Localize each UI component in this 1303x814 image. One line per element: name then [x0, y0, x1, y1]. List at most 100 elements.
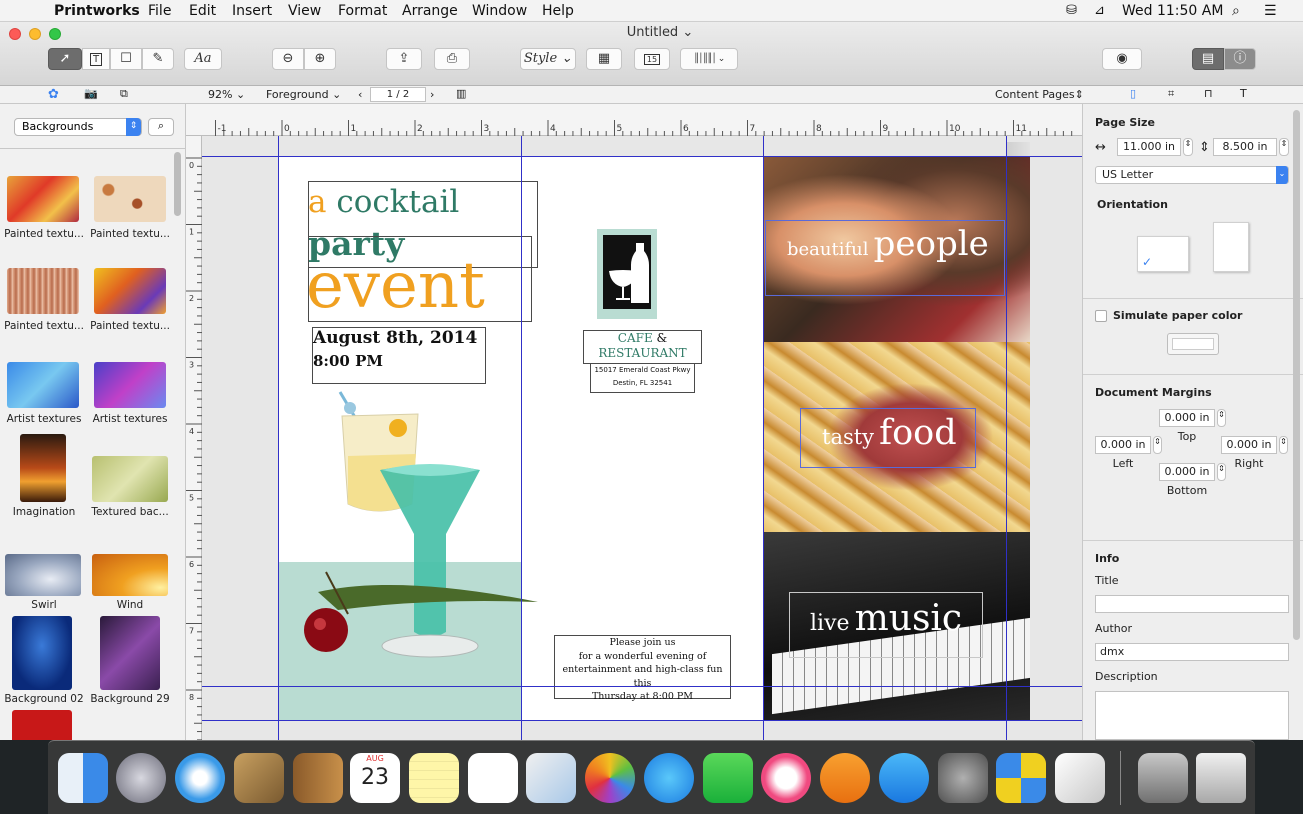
next-page-icon[interactable]: ›: [430, 88, 434, 101]
window-title[interactable]: Untitled ⌄: [600, 25, 720, 40]
messages-icon[interactable]: [644, 753, 694, 803]
app-menu[interactable]: Printworks: [54, 3, 140, 19]
airplay-icon[interactable]: ⊿: [1094, 3, 1105, 18]
notification-center-icon[interactable]: ☰: [1264, 3, 1277, 19]
zoom-level[interactable]: 92% ⌄: [208, 88, 245, 101]
inspector-scrollbar[interactable]: [1293, 110, 1300, 640]
menu-window[interactable]: Window: [472, 3, 527, 19]
downloads-stack-icon[interactable]: [1138, 753, 1188, 803]
live-music-text[interactable]: live music: [810, 592, 962, 652]
facetime-icon[interactable]: [703, 753, 753, 803]
simulate-paper-checkbox[interactable]: [1095, 310, 1107, 322]
search-library-icon[interactable]: ⌕: [148, 118, 174, 136]
minimize-window-icon[interactable]: [29, 28, 41, 40]
beautiful-people-text[interactable]: beautiful people: [787, 220, 989, 274]
title-field[interactable]: [1095, 595, 1289, 613]
camera-icon[interactable]: 📷: [84, 87, 98, 100]
layout-inspector-tab-icon[interactable]: ⌗: [1168, 87, 1174, 101]
styled-text-button[interactable]: Aa: [184, 48, 222, 70]
event-date[interactable]: August 8th, 2014: [313, 328, 477, 348]
library-item-thumbnail[interactable]: [94, 268, 166, 314]
page-height-field[interactable]: 8.500 in: [1213, 138, 1277, 156]
category-select[interactable]: Backgrounds ⇕: [14, 118, 142, 136]
calendar-button[interactable]: 15: [634, 48, 670, 70]
safari-icon[interactable]: [175, 753, 225, 803]
content-pages-menu[interactable]: Content Pages⇕: [995, 88, 1084, 101]
printworks-icon[interactable]: [996, 753, 1046, 803]
right-margin-field[interactable]: 0.000 in: [1221, 436, 1277, 454]
cafe-address[interactable]: 15017 Emerald Coast Pkwy Destin, FL 32541: [590, 364, 695, 390]
library-item-thumbnail[interactable]: [20, 434, 66, 502]
lock-inspector-tab-icon[interactable]: ⊓: [1204, 87, 1213, 100]
ibooks-icon[interactable]: [820, 753, 870, 803]
pen-tool-button[interactable]: ✎: [142, 48, 174, 70]
right-margin-stepper[interactable]: ⇕: [1279, 436, 1288, 454]
invitation-text[interactable]: Please join us for a wonderful evening of…: [554, 636, 731, 704]
zoom-window-icon[interactable]: [49, 28, 61, 40]
row-guide[interactable]: [202, 686, 1082, 687]
library-item-thumbnail[interactable]: [92, 554, 168, 596]
style-menu-button[interactable]: Style ⌄: [520, 48, 576, 70]
library-item-thumbnail[interactable]: [7, 176, 79, 222]
row-guide[interactable]: [202, 156, 1082, 157]
menu-insert[interactable]: Insert: [232, 3, 272, 19]
menu-arrange[interactable]: Arrange: [402, 3, 458, 19]
sidebar-scrollbar[interactable]: [174, 152, 181, 216]
menu-view[interactable]: View: [288, 3, 321, 19]
document-canvas[interactable]: a cocktail party event August 8th, 2014 …: [202, 136, 1082, 740]
table-button[interactable]: ▦: [586, 48, 622, 70]
preview-icon[interactable]: [526, 753, 576, 803]
document-inspector-tab-icon[interactable]: ▯: [1130, 87, 1136, 100]
menu-edit[interactable]: Edit: [189, 3, 216, 19]
app-store-icon[interactable]: [879, 753, 929, 803]
column-guide[interactable]: [1006, 136, 1007, 740]
preview-eye-button[interactable]: ◉: [1102, 48, 1142, 70]
layer-menu[interactable]: Foreground ⌄: [266, 88, 341, 101]
bottom-margin-stepper[interactable]: ⇕: [1217, 463, 1226, 481]
reminders-icon[interactable]: [468, 753, 518, 803]
column-guide[interactable]: [278, 136, 279, 740]
calendar-icon[interactable]: AUG 23: [350, 753, 400, 803]
top-margin-field[interactable]: 0.000 in: [1159, 409, 1215, 427]
library-item-thumbnail[interactable]: [94, 176, 166, 222]
launchpad-icon[interactable]: [116, 753, 166, 803]
library-item-thumbnail[interactable]: [7, 362, 79, 408]
cafe-name[interactable]: CAFE & RESTAURANT: [583, 331, 702, 361]
itunes-icon[interactable]: [761, 753, 811, 803]
paper-size-select[interactable]: US Letter ⌄: [1095, 166, 1289, 184]
paper-color-well[interactable]: [1167, 333, 1219, 355]
library-item-thumbnail[interactable]: [12, 710, 72, 740]
event-time[interactable]: 8:00 PM: [313, 352, 383, 370]
page-width-field[interactable]: 11.000 in: [1117, 138, 1181, 156]
zoom-out-button[interactable]: ⊖: [272, 48, 304, 70]
library-item-thumbnail[interactable]: [92, 456, 168, 502]
layers-icon[interactable]: ⧉: [120, 87, 128, 101]
notes-icon[interactable]: [409, 753, 459, 803]
column-guide[interactable]: [763, 136, 764, 740]
close-window-icon[interactable]: [9, 28, 21, 40]
library-item-thumbnail[interactable]: [5, 554, 81, 596]
library-view-button[interactable]: ▤: [1192, 48, 1224, 70]
library-item-thumbnail[interactable]: [94, 362, 166, 408]
finder-icon[interactable]: [58, 753, 108, 803]
menu-clock[interactable]: Wed 11:50 AM: [1122, 3, 1223, 19]
text-inspector-tab-icon[interactable]: T: [1240, 87, 1247, 100]
print-button[interactable]: ⎙: [434, 48, 470, 70]
select-tool-button[interactable]: ➚: [48, 48, 82, 70]
author-field[interactable]: dmx: [1095, 643, 1289, 661]
contacts-icon[interactable]: [293, 753, 343, 803]
cocktail-illustration[interactable]: [278, 384, 548, 684]
library-icon[interactable]: ✿: [48, 87, 59, 102]
inspector-button[interactable]: ⓘ: [1224, 48, 1256, 70]
left-margin-field[interactable]: 0.000 in: [1095, 436, 1151, 454]
previous-page-icon[interactable]: ‹: [358, 88, 362, 101]
page-number-field[interactable]: 1 / 2: [370, 87, 426, 102]
height-stepper[interactable]: ⇕: [1279, 138, 1289, 156]
zoom-in-button[interactable]: ⊕: [304, 48, 336, 70]
library-item-thumbnail[interactable]: [100, 616, 160, 690]
shape-tool-button[interactable]: ☐: [110, 48, 142, 70]
library-item-thumbnail[interactable]: [7, 268, 79, 314]
bottom-margin-field[interactable]: 0.000 in: [1159, 463, 1215, 481]
share-button[interactable]: ⇪: [386, 48, 422, 70]
mail-stamp-icon[interactable]: [234, 753, 284, 803]
